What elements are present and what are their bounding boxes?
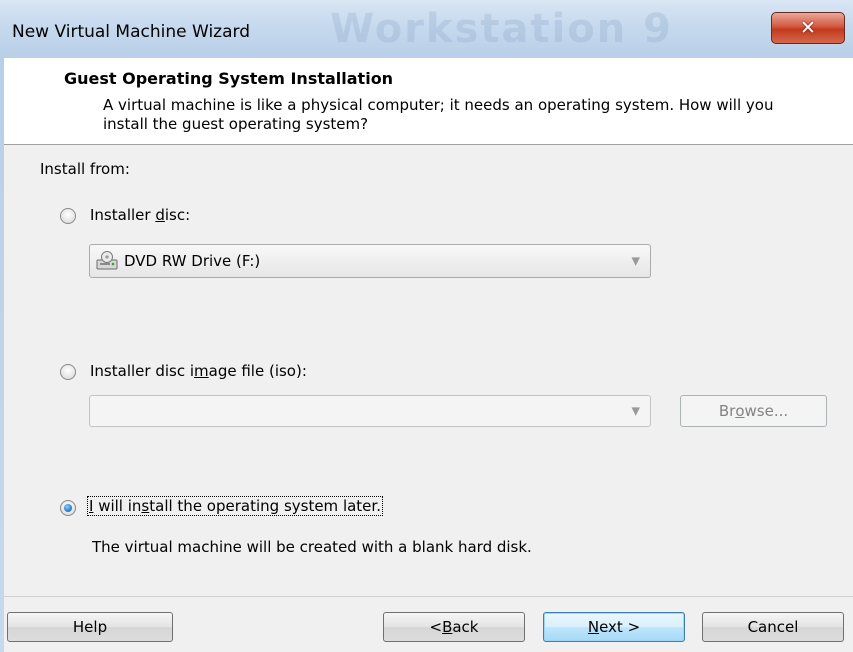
disc-drive-value: DVD RW Drive (F:) <box>124 252 261 270</box>
radio-installer-iso[interactable] <box>60 364 76 380</box>
installer-iso-label[interactable]: Installer disc image file (iso): <box>90 362 307 380</box>
install-from-label: Install from: <box>40 160 130 178</box>
cancel-button[interactable]: Cancel <box>702 612 844 642</box>
install-later-label[interactable]: I will install the operating system late… <box>87 496 383 516</box>
browse-button[interactable]: Br o wse... <box>680 395 827 427</box>
chevron-down-icon: ▼ <box>631 404 640 418</box>
installer-disc-label[interactable]: Installer disc: <box>90 206 190 224</box>
radio-install-later[interactable] <box>60 500 76 516</box>
chevron-down-icon: ▼ <box>631 254 640 268</box>
install-later-note: The virtual machine will be created with… <box>92 538 532 556</box>
wizard-header: Guest Operating System Installation A vi… <box>4 58 853 145</box>
dvd-drive-icon <box>96 251 118 271</box>
back-button[interactable]: < Back <box>383 612 525 642</box>
next-button[interactable]: Next > <box>543 612 685 642</box>
wizard-window: Workstation 9 New Virtual Machine Wizard… <box>0 0 853 652</box>
window-title: New Virtual Machine Wizard <box>12 22 250 42</box>
window-frame-left <box>0 58 4 652</box>
iso-path-input[interactable]: ▼ <box>89 395 651 427</box>
help-button[interactable]: Help <box>7 612 173 642</box>
footer-divider <box>4 596 853 597</box>
page-description: A virtual machine is like a physical com… <box>103 96 774 133</box>
page-title: Guest Operating System Installation <box>64 69 394 88</box>
radio-installer-disc[interactable] <box>60 208 76 224</box>
close-button[interactable]: ✕ <box>771 12 845 44</box>
close-icon: ✕ <box>800 16 816 39</box>
title-bar[interactable]: Workstation 9 New Virtual Machine Wizard… <box>0 0 853 58</box>
title-watermark: Workstation 9 <box>330 6 673 52</box>
disc-drive-select[interactable]: DVD RW Drive (F:) ▼ <box>89 244 651 278</box>
